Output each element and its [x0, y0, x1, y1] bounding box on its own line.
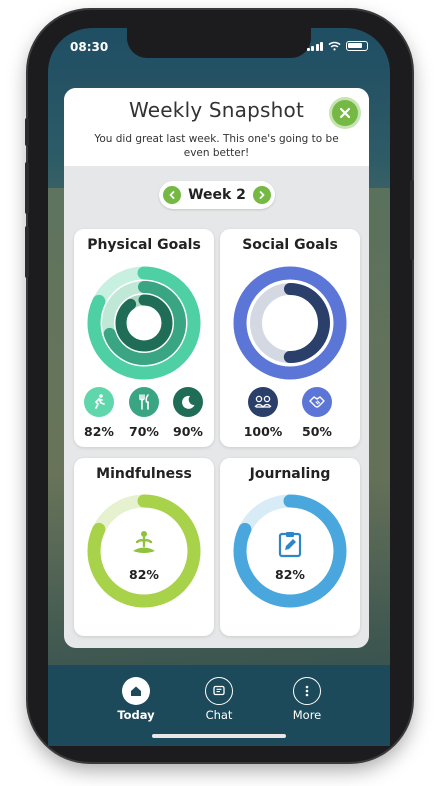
previous-week-button[interactable]: [163, 186, 181, 204]
nav-chat-label: Chat: [205, 708, 233, 722]
activity-button[interactable]: [84, 387, 114, 417]
modal-header: Weekly Snapshot You did great last week.…: [64, 88, 369, 166]
sleep-percent: 90%: [173, 424, 203, 439]
signal-icon: [307, 41, 323, 51]
card-title: Physical Goals: [87, 237, 201, 253]
modal-title: Weekly Snapshot: [128, 98, 305, 122]
battery-icon: [346, 41, 368, 51]
sleep-button[interactable]: [173, 387, 203, 417]
group-percent: 100%: [243, 424, 283, 439]
handshake-icon: [309, 396, 325, 408]
social-rings: [233, 266, 347, 380]
wifi-icon: [328, 41, 341, 51]
mindfulness-percent: 82%: [129, 567, 159, 582]
physical-rings: [87, 266, 201, 380]
card-title: Journaling: [249, 466, 331, 482]
nav-chat[interactable]: Chat: [189, 677, 249, 722]
phone-side-button: [25, 118, 29, 146]
journaling-percent: 82%: [275, 567, 305, 582]
chevron-left-icon: [169, 191, 175, 199]
next-week-button[interactable]: [253, 186, 271, 204]
phone-volume-up: [25, 162, 29, 214]
fork-knife-icon: [139, 394, 149, 410]
mindfulness-card[interactable]: Mindfulness 82%: [74, 458, 214, 636]
group-icon: [254, 395, 272, 409]
chevron-right-icon: [259, 191, 265, 199]
group-button[interactable]: [248, 387, 278, 417]
journaling-card[interactable]: Journaling 82%: [220, 458, 360, 636]
meditation-icon: [133, 531, 155, 553]
running-icon: [95, 394, 105, 409]
close-icon: [339, 107, 351, 119]
phone-power-button: [410, 180, 414, 260]
nav-more[interactable]: More: [277, 677, 337, 722]
status-time: 08:30: [70, 40, 109, 54]
partner-percent: 50%: [302, 424, 332, 439]
nutrition-button[interactable]: [129, 387, 159, 417]
social-goals-card[interactable]: Social Goals 100% 50%: [220, 229, 360, 447]
chat-icon: [205, 677, 233, 705]
notch: [127, 28, 311, 58]
card-title: Social Goals: [242, 237, 338, 253]
home-icon: [122, 677, 150, 705]
nav-today[interactable]: Today: [106, 677, 166, 722]
nav-today-label: Today: [117, 708, 155, 722]
home-indicator: [152, 734, 286, 738]
physical-goals-card[interactable]: Physical Goals 82% 70% 90%: [74, 229, 214, 447]
partner-button[interactable]: [302, 387, 332, 417]
close-button[interactable]: [332, 100, 358, 126]
phone-volume-down: [25, 226, 29, 278]
moon-icon: [182, 395, 195, 409]
activity-percent: 82%: [84, 424, 114, 439]
card-title: Mindfulness: [96, 466, 192, 482]
nav-more-label: More: [292, 708, 322, 722]
week-selector: Week 2: [159, 181, 275, 209]
more-icon: [293, 677, 321, 705]
week-label: Week 2: [188, 187, 246, 203]
modal-subtitle: You did great last week. This one's goin…: [94, 133, 339, 159]
clipboard-pen-icon: [278, 532, 302, 558]
status-icons: [307, 41, 368, 51]
nutrition-percent: 70%: [129, 424, 159, 439]
